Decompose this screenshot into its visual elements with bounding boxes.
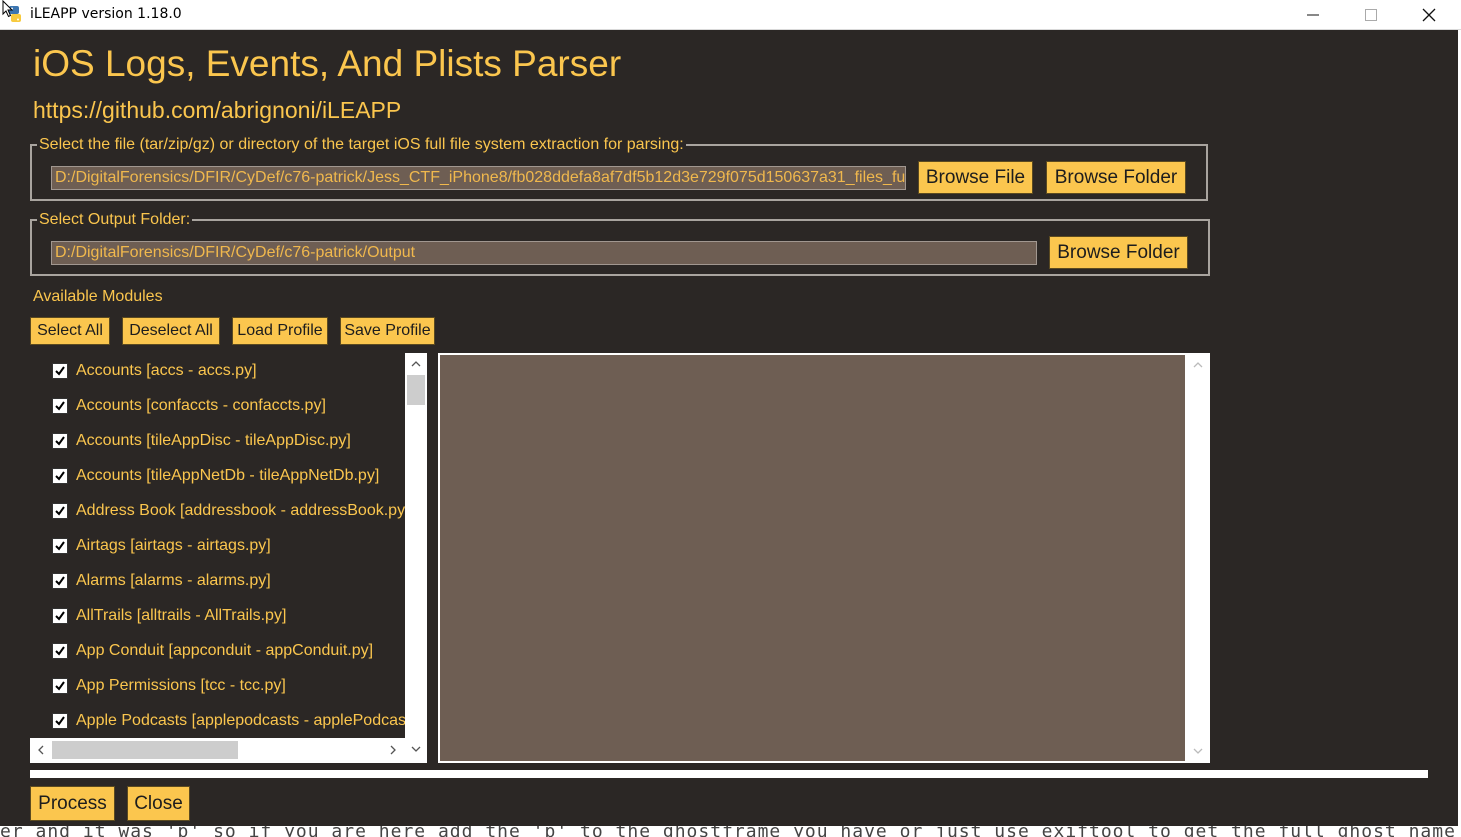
module-items: Accounts [accs - accs.py] Accounts [conf… xyxy=(30,353,405,738)
input-path-field[interactable]: D:/DigitalForensics/DFIR/CyDef/c76-patri… xyxy=(51,166,906,190)
window-title: iLEAPP version 1.18.0 xyxy=(30,6,182,22)
module-list: Accounts [accs - accs.py] Accounts [conf… xyxy=(30,353,427,763)
save-profile-button[interactable]: Save Profile xyxy=(340,317,435,345)
scroll-down-arrow-icon[interactable] xyxy=(1189,743,1207,759)
checkmark-icon xyxy=(55,611,65,621)
deselect-all-button[interactable]: Deselect All xyxy=(122,317,220,345)
output-frame-label: Select Output Folder: xyxy=(37,211,193,229)
main-window: iOS Logs, Events, And Plists Parser http… xyxy=(0,30,1458,826)
available-modules-label: Available Modules xyxy=(33,288,163,305)
background-terminal-text: er and it was 'p' so if you are here add… xyxy=(0,826,1461,837)
scrollbar-thumb[interactable] xyxy=(52,741,238,759)
terminal-text: er and it was 'p' so if you are here add… xyxy=(0,826,1456,837)
checkbox[interactable] xyxy=(52,468,68,484)
checkbox[interactable] xyxy=(52,713,68,729)
module-item[interactable]: Accounts [tileAppNetDb - tileAppNetDb.py… xyxy=(52,464,379,488)
checkmark-icon xyxy=(55,681,65,691)
title-bar: iLEAPP version 1.18.0 xyxy=(0,0,1461,30)
module-label: Accounts [confaccts - confaccts.py] xyxy=(76,397,326,414)
scrollbar-corner xyxy=(405,738,427,763)
module-item[interactable]: Accounts [tileAppDisc - tileAppDisc.py] xyxy=(52,429,351,453)
scroll-up-arrow-icon[interactable] xyxy=(405,355,427,373)
checkbox[interactable] xyxy=(52,643,68,659)
browse-file-button[interactable]: Browse File xyxy=(918,161,1033,194)
checkbox[interactable] xyxy=(52,538,68,554)
checkmark-icon xyxy=(55,576,65,586)
browse-output-folder-button[interactable]: Browse Folder xyxy=(1049,236,1188,269)
checkmark-icon xyxy=(55,646,65,656)
checkmark-icon xyxy=(55,366,65,376)
module-label: Accounts [tileAppDisc - tileAppDisc.py] xyxy=(76,432,351,449)
module-label: App Permissions [tcc - tcc.py] xyxy=(76,677,286,694)
minimize-button[interactable] xyxy=(1284,0,1342,30)
checkbox[interactable] xyxy=(52,398,68,414)
github-url: https://github.com/abrignoni/iLEAPP xyxy=(33,97,402,123)
module-item[interactable]: App Conduit [appconduit - appConduit.py] xyxy=(52,639,373,663)
module-list-vertical-scrollbar[interactable] xyxy=(405,353,427,738)
checkmark-icon xyxy=(55,716,65,726)
scroll-right-arrow-icon[interactable] xyxy=(384,741,402,759)
module-item[interactable]: App Permissions [tcc - tcc.py] xyxy=(52,674,286,698)
module-label: AllTrails [alltrails - AllTrails.py] xyxy=(76,607,287,624)
select-all-button[interactable]: Select All xyxy=(30,317,110,345)
scroll-left-arrow-icon[interactable] xyxy=(32,741,50,759)
app-heading: iOS Logs, Events, And Plists Parser xyxy=(33,43,622,84)
checkmark-icon xyxy=(55,506,65,516)
checkbox[interactable] xyxy=(52,608,68,624)
scrollbar-thumb[interactable] xyxy=(407,375,425,405)
module-label: Airtags [airtags - airtags.py] xyxy=(76,537,271,554)
progress-bar xyxy=(30,770,1428,778)
module-item[interactable]: Accounts [accs - accs.py] xyxy=(52,359,257,383)
module-label: Apple Podcasts [applepodcasts - applePod… xyxy=(76,712,405,729)
module-label: Accounts [tileAppNetDb - tileAppNetDb.py… xyxy=(76,467,380,484)
input-frame-label: Select the file (tar/zip/gz) or director… xyxy=(37,136,686,154)
checkmark-icon xyxy=(55,401,65,411)
output-path-field[interactable]: D:/DigitalForensics/DFIR/CyDef/c76-patri… xyxy=(51,241,1037,265)
module-label: Accounts [accs - accs.py] xyxy=(76,362,257,379)
module-label: Address Book [addressbook - addressBook.… xyxy=(76,502,405,519)
module-item[interactable]: Accounts [confaccts - confaccts.py] xyxy=(52,394,326,418)
checkbox[interactable] xyxy=(52,573,68,589)
minimize-icon xyxy=(1307,14,1319,16)
mouse-cursor-icon xyxy=(2,0,14,18)
checkmark-icon xyxy=(55,471,65,481)
maximize-button[interactable] xyxy=(1342,0,1400,30)
module-item[interactable]: Apple Podcasts [applepodcasts - applePod… xyxy=(52,709,405,733)
log-output-area[interactable] xyxy=(438,353,1187,763)
module-item[interactable]: AllTrails [alltrails - AllTrails.py] xyxy=(52,604,286,628)
scroll-up-arrow-icon[interactable] xyxy=(1189,357,1207,373)
module-item[interactable]: Airtags [airtags - airtags.py] xyxy=(52,534,271,558)
checkbox[interactable] xyxy=(52,363,68,379)
module-list-horizontal-scrollbar[interactable] xyxy=(30,738,405,763)
process-button[interactable]: Process xyxy=(30,786,115,821)
module-item[interactable]: Alarms [alarms - alarms.py] xyxy=(52,569,271,593)
close-window-button[interactable] xyxy=(1400,0,1458,30)
checkbox[interactable] xyxy=(52,503,68,519)
module-label: Alarms [alarms - alarms.py] xyxy=(76,572,271,589)
checkbox[interactable] xyxy=(52,433,68,449)
module-label: App Conduit [appconduit - appConduit.py] xyxy=(76,642,374,659)
checkmark-icon xyxy=(55,436,65,446)
close-icon xyxy=(1422,8,1436,22)
checkbox[interactable] xyxy=(52,678,68,694)
browse-input-folder-button[interactable]: Browse Folder xyxy=(1046,161,1186,194)
load-profile-button[interactable]: Load Profile xyxy=(232,317,328,345)
scroll-down-arrow-icon[interactable] xyxy=(411,746,421,752)
close-button[interactable]: Close xyxy=(127,786,190,821)
module-item[interactable]: Address Book [addressbook - addressBook.… xyxy=(52,499,405,523)
maximize-icon xyxy=(1365,9,1377,21)
checkmark-icon xyxy=(55,541,65,551)
log-vertical-scrollbar[interactable] xyxy=(1187,353,1210,763)
